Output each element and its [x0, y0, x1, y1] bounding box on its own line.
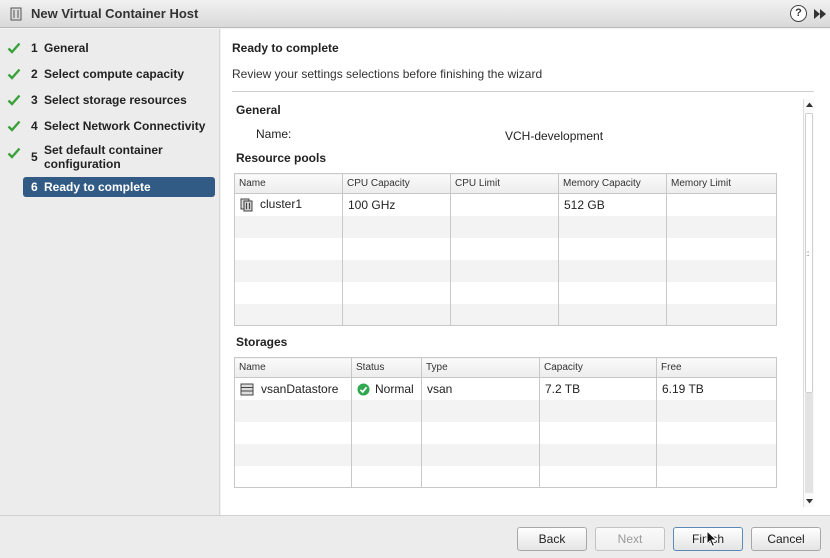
checkmark-icon	[7, 42, 21, 54]
column-header[interactable]: Capacity	[539, 357, 657, 378]
step-label: Select Network Connectivity	[44, 119, 206, 133]
empty-row	[234, 421, 777, 444]
status-text: Normal	[375, 381, 414, 396]
cpu-capacity-cell: 100 GHz	[342, 193, 451, 216]
page-title: Ready to complete	[232, 41, 339, 55]
table-cell: Normal	[351, 377, 422, 400]
step-number: 4	[31, 119, 38, 133]
free-cell: 6.19 TB	[656, 377, 777, 400]
table-cell: vsanDatastore	[234, 377, 352, 400]
scrollbar-track[interactable]	[805, 393, 813, 493]
column-header[interactable]: Memory Limit	[666, 173, 777, 194]
step-label: Set default container configuration	[44, 143, 163, 171]
empty-row	[234, 465, 777, 488]
page-description: Review your settings selections before f…	[232, 67, 543, 81]
general-heading: General	[236, 103, 281, 117]
table-row[interactable]: vsanDatastore Normal vsan 7.2 TB 6.19 TB	[234, 377, 777, 400]
column-header[interactable]: Name	[234, 357, 352, 378]
checkmark-icon	[7, 120, 21, 132]
container-host-icon	[10, 7, 22, 21]
grip-icon: ::	[806, 249, 810, 258]
column-header[interactable]: CPU Limit	[450, 173, 559, 194]
step-label: Select compute capacity	[44, 67, 185, 81]
column-header[interactable]: Memory Capacity	[558, 173, 667, 194]
finish-button[interactable]: Finish	[673, 527, 743, 551]
datastore-icon	[240, 383, 254, 396]
help-button[interactable]: ?	[790, 5, 807, 22]
window-title: New Virtual Container Host	[31, 6, 199, 21]
checkmark-icon	[7, 68, 21, 80]
resource-pools-heading: Resource pools	[236, 151, 327, 165]
step-label: Select storage resources	[44, 93, 187, 107]
status-ok-icon	[357, 383, 370, 396]
step-number: 1	[31, 41, 38, 55]
empty-row	[234, 215, 777, 238]
empty-row	[234, 281, 777, 304]
step-number: 3	[31, 93, 38, 107]
storages-heading: Storages	[236, 335, 288, 349]
summary-scroll-panel[interactable]: General Name: VCH-development Resource p…	[230, 92, 812, 515]
memory-capacity-cell: 512 GB	[558, 193, 667, 216]
cluster-icon	[240, 198, 253, 212]
next-button[interactable]: Next	[595, 527, 665, 551]
empty-row	[234, 303, 777, 326]
resource-pools-table: Name CPU Capacity CPU Limit Memory Capac…	[234, 173, 777, 326]
wizard-steps: 1 General 2 Select compute capacity 3 Se…	[0, 29, 220, 515]
checkmark-icon	[7, 94, 21, 106]
cpu-limit-cell	[450, 193, 559, 216]
column-header[interactable]: CPU Capacity	[342, 173, 451, 194]
pool-name: cluster1	[260, 197, 303, 212]
step-number: 2	[31, 67, 38, 81]
column-header[interactable]: Status	[351, 357, 422, 378]
empty-row	[234, 443, 777, 466]
empty-row	[234, 259, 777, 282]
checkmark-icon	[7, 147, 21, 159]
step-number: 5	[31, 150, 38, 164]
step-number: 6	[31, 180, 38, 194]
vertical-scrollbar[interactable]: ::	[803, 99, 814, 507]
expand-icon[interactable]	[812, 7, 828, 21]
name-value: VCH-development	[505, 129, 604, 143]
step-label: Ready to complete	[44, 180, 151, 194]
table-row[interactable]: cluster1 100 GHz 512 GB	[234, 193, 777, 216]
column-header[interactable]: Type	[421, 357, 540, 378]
column-header[interactable]: Free	[656, 357, 777, 378]
step-ready-to-complete[interactable]: 6 Ready to complete	[23, 177, 215, 197]
memory-limit-cell	[666, 193, 777, 216]
scroll-up-icon[interactable]	[804, 99, 815, 111]
main-panel: Ready to complete Review your settings s…	[221, 29, 830, 515]
step-label: General	[44, 41, 89, 55]
wizard-footer: Back Next Finish Cancel	[0, 515, 830, 558]
type-cell: vsan	[421, 377, 540, 400]
empty-row	[234, 237, 777, 260]
cancel-button[interactable]: Cancel	[751, 527, 821, 551]
table-cell: cluster1	[234, 193, 343, 216]
datastore-name: vsanDatastore	[261, 381, 339, 396]
scroll-down-icon[interactable]	[804, 495, 815, 507]
storages-table: Name Status Type Capacity Free vsanDatas…	[234, 357, 777, 488]
capacity-cell: 7.2 TB	[539, 377, 657, 400]
title-bar: New Virtual Container Host ?	[0, 0, 830, 28]
column-header[interactable]: Name	[234, 173, 343, 194]
empty-row	[234, 399, 777, 422]
back-button[interactable]: Back	[517, 527, 587, 551]
name-label: Name:	[256, 127, 292, 141]
